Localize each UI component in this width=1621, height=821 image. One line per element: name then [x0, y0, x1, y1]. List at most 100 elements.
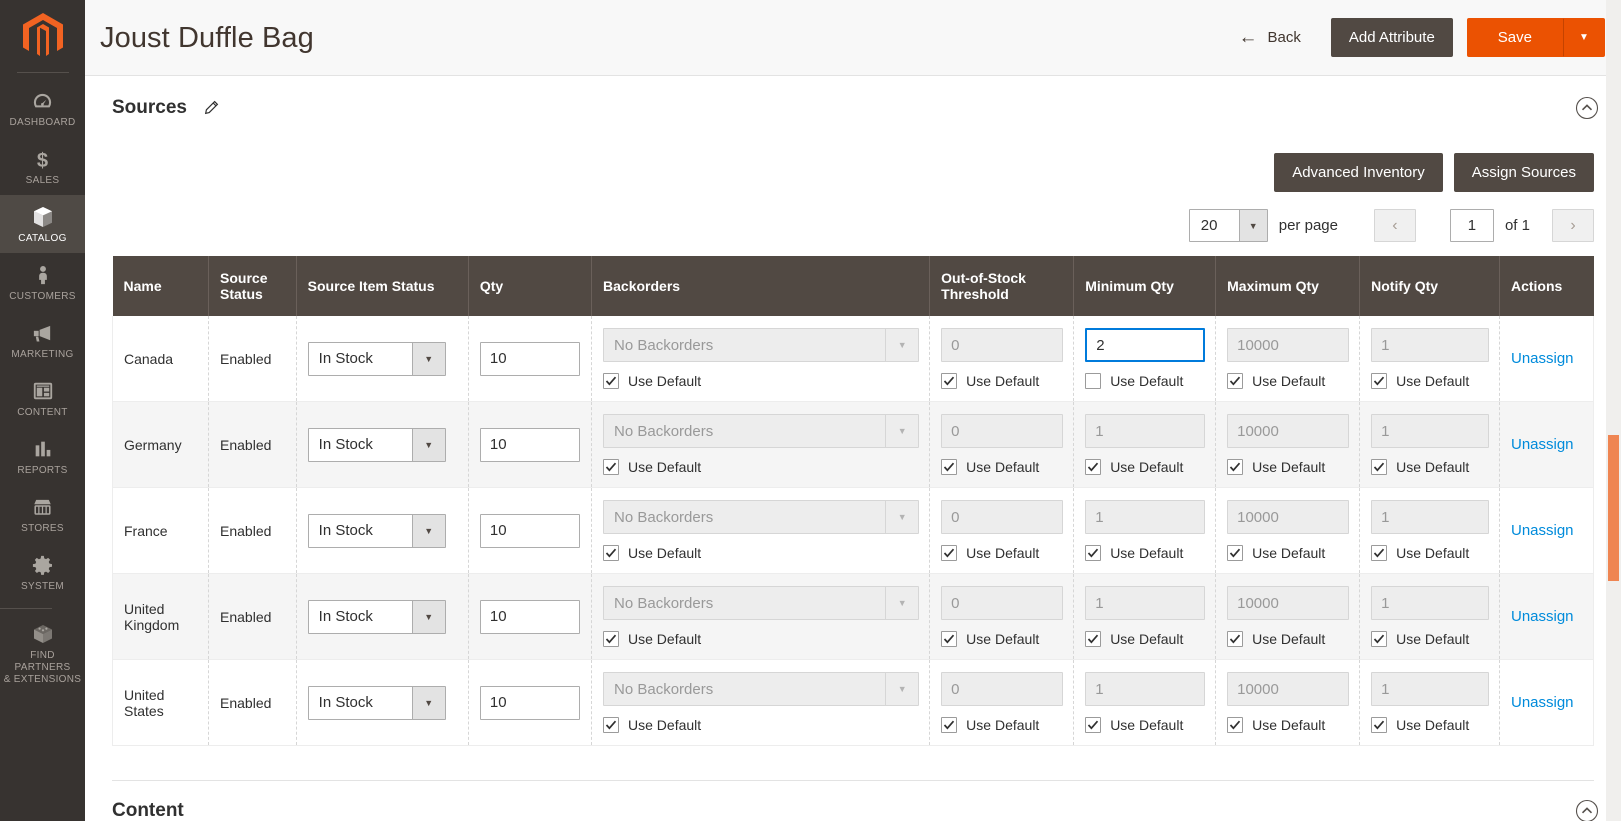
sidebar-item-customers[interactable]: CUSTOMERS	[0, 253, 85, 311]
sidebar-item-label: CUSTOMERS	[9, 291, 76, 302]
cell-qty	[468, 401, 593, 488]
source-item-status-select[interactable]: In Stock ▼	[307, 427, 446, 462]
use-default-checkbox-out_of_stock_threshold[interactable]	[941, 631, 958, 647]
cell-maximum-qty: Use Default	[1215, 316, 1361, 402]
use-default-row: Use Default	[941, 545, 1063, 561]
advanced-inventory-button[interactable]: Advanced Inventory	[1274, 153, 1443, 192]
chevron-down-icon[interactable]: ▼	[411, 342, 445, 375]
use-default-checkbox-backorders[interactable]	[603, 717, 620, 733]
use-default-checkbox-notify_qty[interactable]	[1371, 373, 1388, 389]
pencil-icon[interactable]	[203, 100, 219, 116]
use-default-checkbox-notify_qty[interactable]	[1371, 545, 1388, 561]
source-item-status-select[interactable]: In Stock ▼	[307, 599, 446, 634]
unassign-link[interactable]: Unassign	[1511, 436, 1574, 453]
dollar-sign-icon: $	[30, 146, 56, 172]
use-default-checkbox-out_of_stock_threshold[interactable]	[941, 545, 958, 561]
save-button[interactable]: Save	[1466, 18, 1563, 57]
cell-actions: Unassign	[1499, 487, 1595, 574]
source-item-status-select[interactable]: In Stock ▼	[307, 341, 446, 376]
magento-logo[interactable]	[0, 0, 85, 72]
use-default-label: Use Default	[1252, 373, 1326, 389]
chevron-down-icon: ▼	[885, 329, 919, 361]
use-default-checkbox-backorders[interactable]	[603, 373, 620, 389]
use-default-label: Use Default	[966, 631, 1040, 647]
use-default-checkbox-out_of_stock_threshold[interactable]	[941, 373, 958, 389]
cell-notify-qty: Use Default	[1359, 316, 1500, 402]
qty-input[interactable]	[479, 513, 580, 548]
next-page-button[interactable]: ›	[1552, 209, 1594, 242]
use-default-checkbox-minimum_qty[interactable]	[1085, 717, 1102, 733]
sidebar-item-system[interactable]: SYSTEM	[0, 543, 85, 601]
qty-input[interactable]	[479, 685, 580, 720]
use-default-checkbox-backorders[interactable]	[603, 459, 620, 475]
chevron-down-icon[interactable]: ▼	[411, 428, 445, 461]
source-item-status-select[interactable]: In Stock ▼	[307, 513, 446, 548]
use-default-checkbox-backorders[interactable]	[603, 631, 620, 647]
use-default-checkbox-maximum_qty[interactable]	[1227, 545, 1244, 561]
use-default-checkbox-maximum_qty[interactable]	[1227, 373, 1244, 389]
use-default-checkbox-maximum_qty[interactable]	[1227, 717, 1244, 733]
per-page-select[interactable]: 20 ▼	[1188, 209, 1268, 242]
back-button[interactable]: ← Back	[1233, 23, 1331, 52]
dashboard-gauge-icon	[30, 88, 56, 114]
assign-sources-button[interactable]: Assign Sources	[1453, 153, 1594, 192]
add-attribute-button[interactable]: Add Attribute	[1330, 18, 1453, 57]
sidebar-item-dashboard[interactable]: DASHBOARD	[0, 79, 85, 137]
out_of_stock_threshold-input	[941, 414, 1064, 448]
use-default-row: Use Default	[1227, 459, 1349, 475]
out_of_stock_threshold-field-group: Use Default	[941, 414, 1064, 475]
cell-source-name: Canada	[111, 316, 210, 402]
qty-input[interactable]	[479, 341, 580, 376]
qty-input[interactable]	[479, 427, 580, 462]
table-row: United KingdomEnabledIn Stock▼No Backord…	[111, 573, 1595, 660]
cell-source-item-status: In Stock ▼	[296, 401, 469, 488]
out_of_stock_threshold-input	[941, 672, 1064, 706]
use-default-checkbox-notify_qty[interactable]	[1371, 631, 1388, 647]
table-row: GermanyEnabled In Stock ▼ No Backorders ▼ Use…	[111, 401, 1595, 488]
save-options-toggle[interactable]: ▼	[1563, 18, 1605, 57]
qty-input[interactable]	[479, 599, 580, 634]
backorders-field-group: No Backorders ▼ Use Default	[603, 500, 920, 561]
use-default-checkbox-notify_qty[interactable]	[1371, 717, 1388, 733]
use-default-checkbox-backorders[interactable]	[603, 545, 620, 561]
sidebar-item-find-partners-extensions[interactable]: FIND PARTNERS & EXTENSIONS	[0, 612, 85, 694]
use-default-checkbox-notify_qty[interactable]	[1371, 459, 1388, 475]
use-default-checkbox-maximum_qty[interactable]	[1227, 631, 1244, 647]
sidebar-item-marketing[interactable]: MARKETING	[0, 311, 85, 369]
source-item-status-select[interactable]: In Stock ▼	[307, 685, 446, 720]
use-default-checkbox-out_of_stock_threshold[interactable]	[941, 459, 958, 475]
unassign-link[interactable]: Unassign	[1511, 522, 1574, 539]
out_of_stock_threshold-field-group: Use Default	[941, 586, 1064, 647]
chevron-up-circle-icon[interactable]	[1575, 799, 1599, 821]
grid-header-row: Name Source Status Source Item Status Qty Ba…	[112, 256, 1594, 316]
chevron-up-circle-icon[interactable]	[1575, 96, 1599, 120]
previous-page-button[interactable]: ‹	[1373, 209, 1416, 242]
table-row: CanadaEnabled In Stock ▼ No Backorders ▼ Use …	[111, 316, 1595, 402]
unassign-link[interactable]: Unassign	[1511, 694, 1574, 711]
use-default-checkbox-maximum_qty[interactable]	[1227, 459, 1244, 475]
use-default-checkbox-minimum_qty[interactable]	[1085, 373, 1102, 389]
minimum_qty-input[interactable]	[1085, 328, 1206, 362]
sidebar-item-stores[interactable]: STORES	[0, 485, 85, 543]
sidebar-item-content[interactable]: CONTENT	[0, 369, 85, 427]
out_of_stock_threshold-input	[941, 586, 1064, 620]
use-default-checkbox-minimum_qty[interactable]	[1085, 545, 1102, 561]
use-default-checkbox-minimum_qty[interactable]	[1085, 631, 1102, 647]
page-scrollbar-track[interactable]	[1606, 0, 1621, 821]
page-scrollbar-thumb[interactable]	[1608, 435, 1619, 581]
sidebar-item-reports[interactable]: REPORTS	[0, 427, 85, 485]
unassign-link[interactable]: Unassign	[1511, 608, 1574, 625]
cell-source-status: Enabled	[208, 401, 297, 488]
chevron-down-icon[interactable]: ▼	[411, 514, 445, 547]
cell-actions: Unassign	[1499, 659, 1595, 746]
unassign-link[interactable]: Unassign	[1511, 350, 1574, 367]
use-default-checkbox-minimum_qty[interactable]	[1085, 459, 1102, 475]
page-number-input[interactable]	[1449, 209, 1494, 242]
sidebar-item-catalog[interactable]: CATALOG	[0, 195, 85, 253]
chevron-down-icon[interactable]: ▼	[411, 600, 445, 633]
chevron-down-icon[interactable]: ▼	[411, 686, 445, 719]
use-default-checkbox-out_of_stock_threshold[interactable]	[941, 717, 958, 733]
sidebar-item-sales[interactable]: $ SALES	[0, 137, 85, 195]
chevron-down-icon[interactable]: ▼	[1238, 210, 1267, 241]
megaphone-icon	[30, 320, 56, 346]
